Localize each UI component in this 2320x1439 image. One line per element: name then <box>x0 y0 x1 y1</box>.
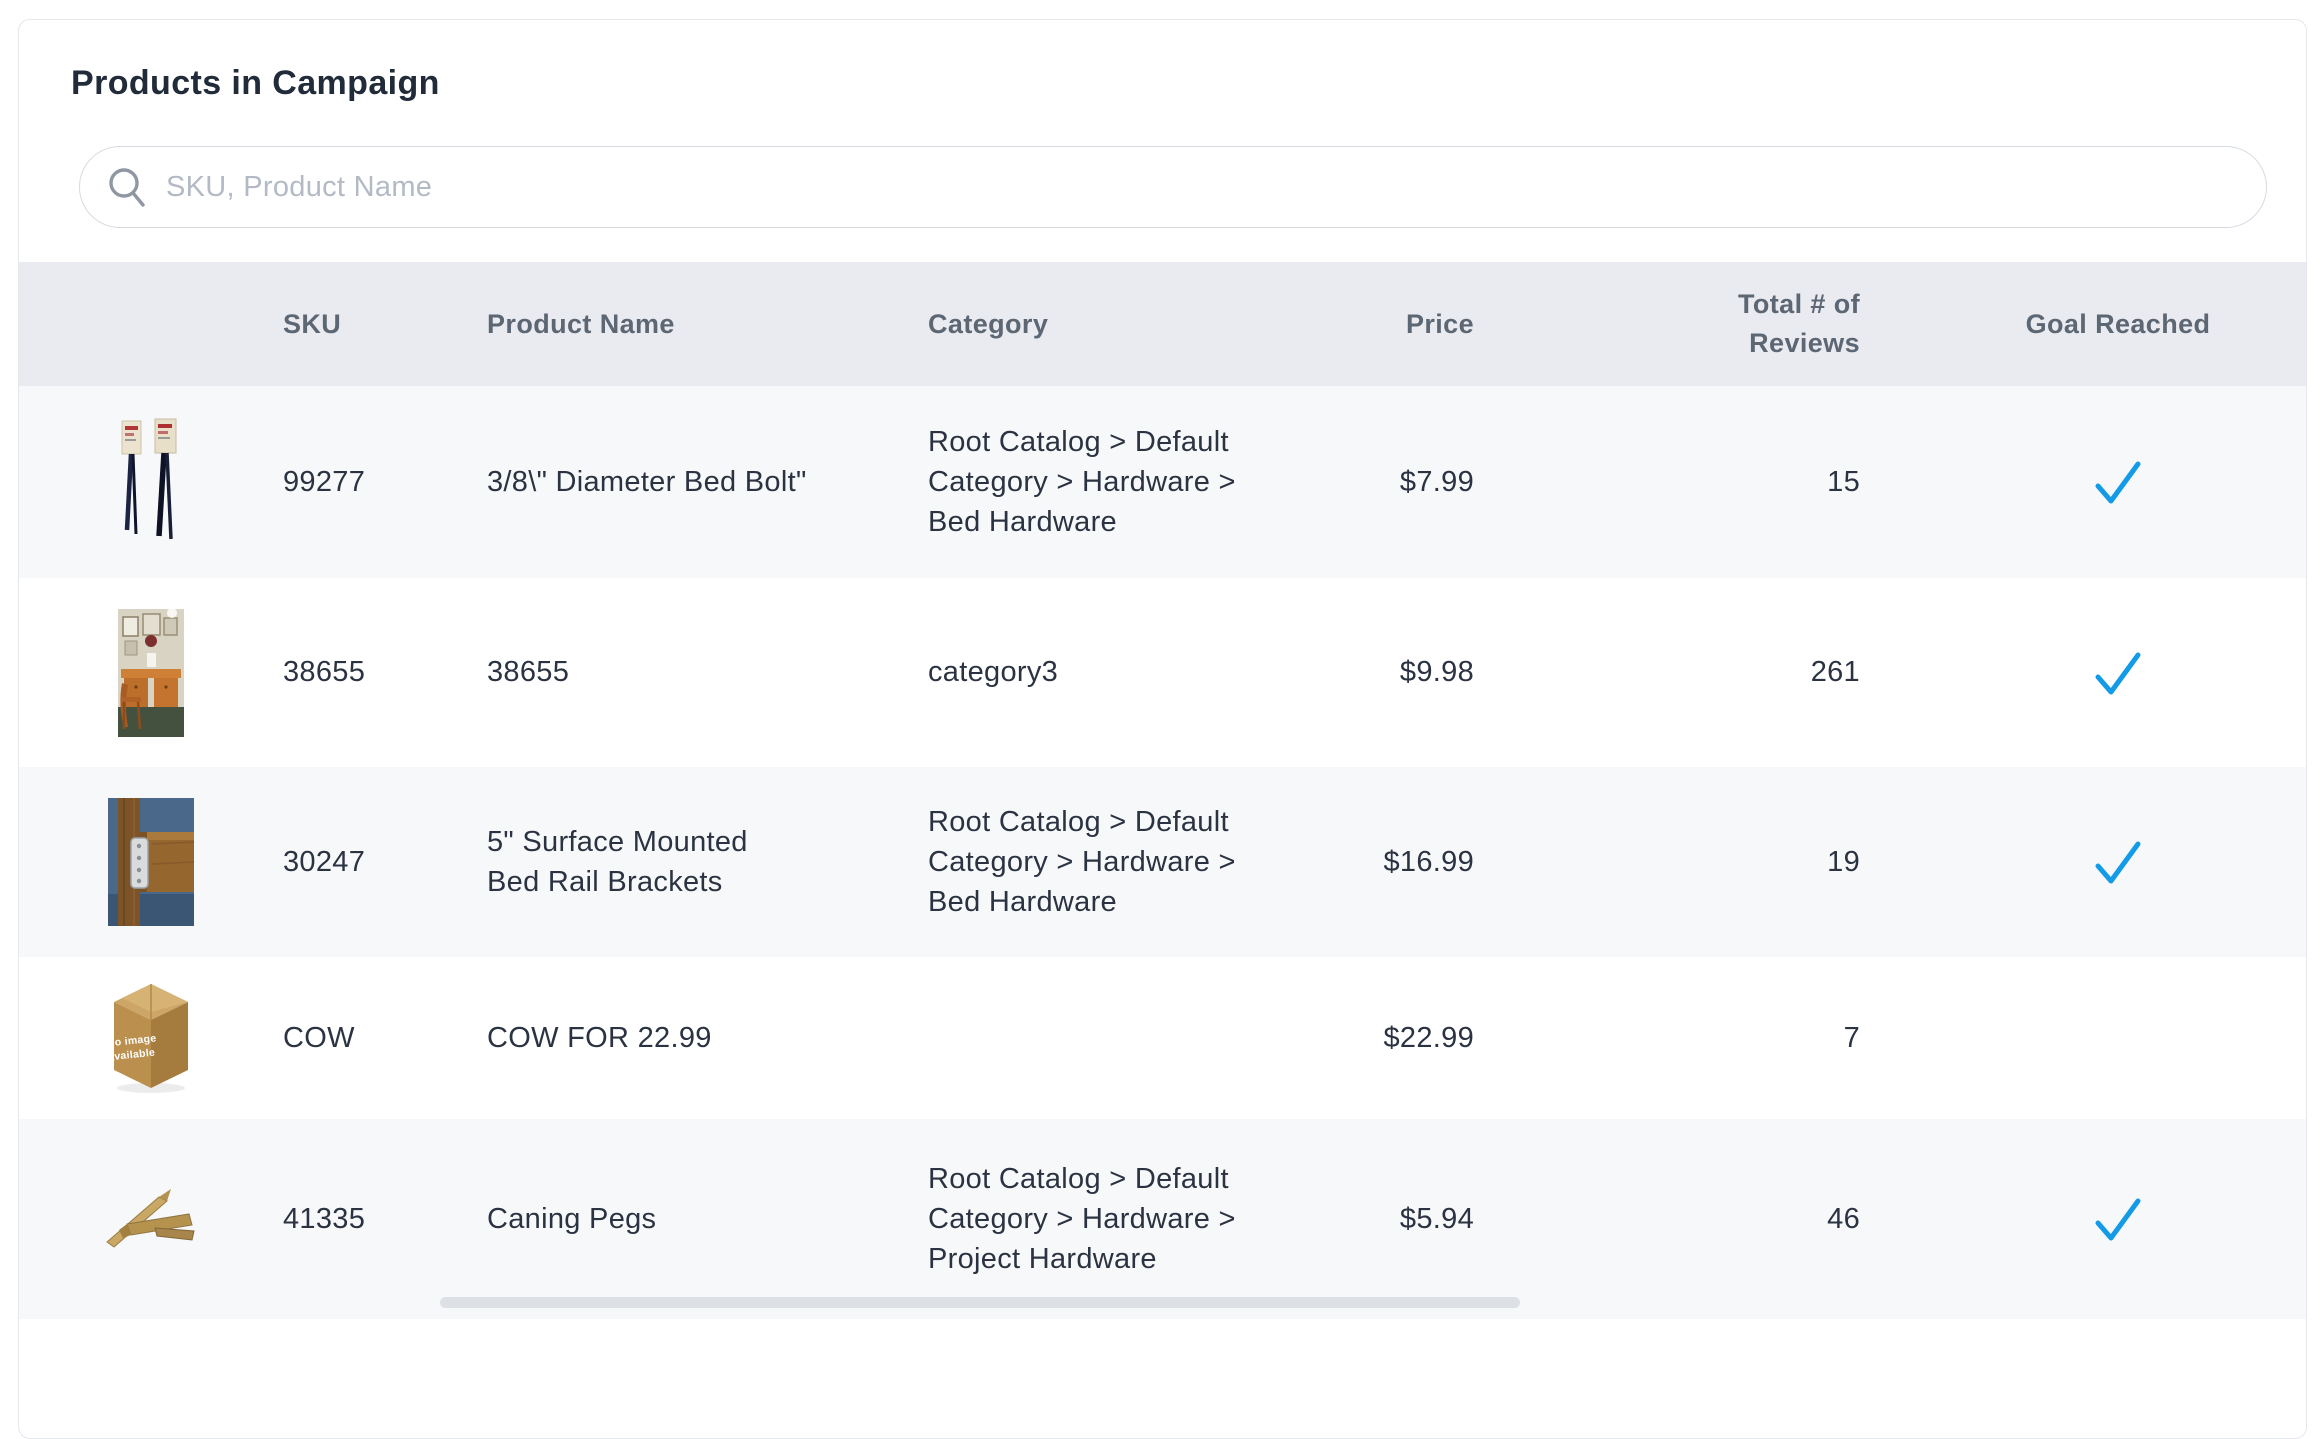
cell-product-name: 38655 <box>487 652 928 692</box>
cell-sku: 41335 <box>283 1199 487 1239</box>
product-image-bed-rail-bracket <box>96 798 206 926</box>
goal-reached-check-icon <box>2094 457 2142 507</box>
cell-category: Root Catalog > Default Category > Hardwa… <box>928 802 1288 922</box>
header-goal-reached: Goal Reached <box>1860 309 2306 340</box>
cell-price: $5.94 <box>1288 1199 1474 1239</box>
header-total-reviews: Total # of Reviews <box>1474 285 1860 363</box>
goal-reached-check-icon <box>2094 837 2142 887</box>
panel-header: Products in Campaign <box>19 20 2306 103</box>
table-row[interactable]: 99277 3/8\" Diameter Bed Bolt" Root Cata… <box>19 386 2306 578</box>
header-product-name: Product Name <box>487 309 928 340</box>
cell-product-name: Caning Pegs <box>487 1199 928 1239</box>
cell-price: $22.99 <box>1288 1018 1474 1058</box>
header-sku: SKU <box>283 309 487 340</box>
table-row[interactable]: 30247 5" Surface Mounted Bed Rail Bracke… <box>19 767 2306 957</box>
product-search <box>79 146 2267 228</box>
products-table: SKU Product Name Category Price Total # … <box>19 262 2306 1319</box>
header-price: Price <box>1288 309 1474 340</box>
cell-category: Root Catalog > Default Category > Hardwa… <box>928 1159 1288 1279</box>
products-in-campaign-panel: Products in Campaign SKU Product Name Ca… <box>18 19 2307 1439</box>
search-input[interactable] <box>150 171 2266 204</box>
search-icon <box>106 164 150 210</box>
cell-product-name: 3/8\" Diameter Bed Bolt" <box>487 462 928 502</box>
cell-category: category3 <box>928 652 1288 692</box>
cell-sku: 99277 <box>283 462 487 502</box>
horizontal-scrollbar-thumb[interactable] <box>440 1297 1520 1308</box>
cell-product-name: COW FOR 22.99 <box>487 1018 928 1058</box>
cell-reviews: 15 <box>1474 462 1860 502</box>
cell-reviews: 261 <box>1474 652 1860 692</box>
cell-price: $16.99 <box>1288 842 1474 882</box>
product-image-bed-bolt <box>96 418 206 546</box>
product-image-desk-room <box>96 609 206 737</box>
product-image-caning-pegs <box>96 1186 206 1252</box>
cell-sku: 30247 <box>283 842 487 882</box>
search-box[interactable] <box>79 146 2267 228</box>
table-row[interactable]: 38655 38655 category3 $9.98 261 <box>19 578 2306 767</box>
header-category: Category <box>928 309 1288 340</box>
product-image-no-image-box: No image available <box>96 982 206 1094</box>
table-row[interactable]: 41335 Caning Pegs Root Catalog > Default… <box>19 1119 2306 1319</box>
cell-reviews: 19 <box>1474 842 1860 882</box>
goal-reached-check-icon <box>2094 648 2142 698</box>
cell-category: Root Catalog > Default Category > Hardwa… <box>928 422 1288 542</box>
cell-reviews: 46 <box>1474 1199 1860 1239</box>
cell-product-name: 5" Surface Mounted Bed Rail Brackets <box>487 822 928 902</box>
cell-reviews: 7 <box>1474 1018 1860 1058</box>
page-title: Products in Campaign <box>71 64 2254 103</box>
table-row[interactable]: No image available COW COW FOR 22.99 $22… <box>19 957 2306 1119</box>
table-header-row: SKU Product Name Category Price Total # … <box>19 262 2306 386</box>
cell-sku: 38655 <box>283 652 487 692</box>
goal-reached-check-icon <box>2094 1194 2142 1244</box>
cell-sku: COW <box>283 1018 487 1058</box>
cell-price: $7.99 <box>1288 462 1474 502</box>
cell-price: $9.98 <box>1288 652 1474 692</box>
